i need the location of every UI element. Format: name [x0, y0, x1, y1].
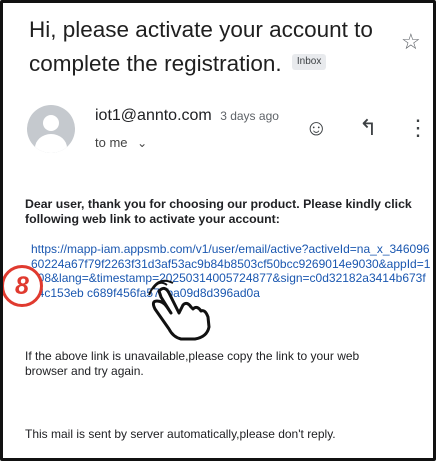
reply-icon[interactable]: ↰: [359, 115, 377, 141]
star-icon[interactable]: ☆: [401, 29, 421, 55]
sender-address[interactable]: iot1@annto.com: [95, 107, 212, 124]
activation-link[interactable]: https://mapp-iam.appsmb.com/v1/user/emai…: [31, 242, 431, 300]
more-options-icon[interactable]: ⋮: [407, 115, 429, 141]
recipient-toggle[interactable]: to me ⌄: [95, 135, 147, 150]
step-number-marker: 8: [3, 265, 43, 307]
email-view: Hi, please activate your account to comp…: [0, 0, 436, 461]
email-subject: Hi, please activate your account to comp…: [29, 13, 389, 81]
avatar-head-shape: [43, 115, 59, 131]
inbox-label-badge[interactable]: Inbox: [291, 54, 327, 71]
email-footer: This mail is sent by server automaticall…: [25, 427, 336, 441]
emoji-reaction-icon[interactable]: ☺: [305, 115, 327, 141]
received-time: 3 days ago: [220, 109, 279, 123]
fallback-note: If the above link is unavailable,please …: [25, 349, 360, 378]
tap-hand-icon: [148, 279, 211, 341]
avatar-body-shape: [35, 134, 67, 153]
email-greeting: Dear user, thank you for choosing our pr…: [25, 197, 412, 226]
sender-avatar[interactable]: [27, 105, 75, 153]
chevron-down-icon[interactable]: ⌄: [137, 136, 147, 150]
sender-line: iot1@annto.com 3 days ago: [95, 107, 279, 125]
recipient-label: to me: [95, 135, 128, 150]
